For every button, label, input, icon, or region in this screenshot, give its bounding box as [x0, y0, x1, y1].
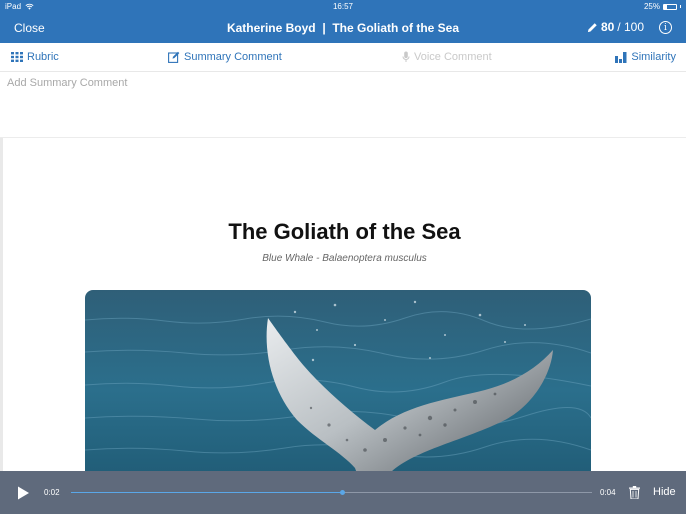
battery-icon [663, 3, 677, 10]
summary-comment-field[interactable]: Add Summary Comment [0, 72, 686, 138]
bar-chart-icon [615, 51, 627, 63]
edit-icon [168, 51, 180, 63]
document-view[interactable]: The Goliath of the Sea Blue Whale - Bala… [0, 138, 686, 514]
document-subtitle: Blue Whale - Balaenoptera musculus [262, 253, 427, 264]
battery-percent: 25% [643, 2, 660, 11]
similarity-button[interactable]: Similarity [615, 51, 676, 63]
rubric-label: Rubric [27, 51, 59, 63]
progress-thumb[interactable] [339, 490, 345, 495]
info-icon[interactable]: i [659, 21, 672, 34]
trash-icon[interactable] [629, 486, 640, 499]
score-value: 80 [600, 20, 615, 34]
progress-fill [71, 492, 342, 493]
summary-comment-button[interactable]: Summary Comment [168, 51, 282, 63]
summary-comment-label: Summary Comment [184, 51, 282, 63]
audio-player: 0:02 0:04 Hide [0, 471, 686, 514]
nav-title: Katherine Boyd | The Goliath of the Sea [0, 21, 686, 35]
similarity-label: Similarity [631, 51, 676, 63]
current-time: 0:02 [44, 488, 60, 497]
pencil-icon [587, 22, 597, 32]
status-right: 25% [644, 2, 681, 11]
assignment-title: The Goliath of the Sea [332, 21, 460, 35]
document-title: The Goliath of the Sea [228, 219, 461, 244]
progress-track[interactable] [71, 490, 592, 495]
battery-cap [680, 5, 681, 8]
total-time: 0:04 [600, 488, 616, 497]
voice-comment-button[interactable]: Voice Comment [402, 51, 492, 63]
voice-comment-label: Voice Comment [414, 51, 492, 63]
close-button[interactable]: Close [14, 21, 45, 35]
status-left: iPad [5, 2, 34, 11]
status-bar: iPad 16:57 25% [0, 0, 686, 13]
score-button[interactable]: 80 / 100 [587, 20, 644, 34]
device-label: iPad [5, 2, 22, 11]
toolbar: Rubric Summary Comment Voice Comment Sim… [0, 43, 686, 72]
whale-tail-illustration [85, 290, 591, 490]
rubric-button[interactable]: Rubric [11, 51, 59, 63]
wifi-icon [25, 3, 34, 10]
play-icon[interactable] [16, 486, 30, 500]
microphone-icon [402, 51, 410, 62]
summary-comment-placeholder: Add Summary Comment [7, 77, 128, 89]
status-time: 16:57 [332, 2, 354, 11]
nav-bar: Close Katherine Boyd | The Goliath of th… [0, 13, 686, 43]
hide-button[interactable]: Hide [653, 486, 676, 498]
whale-tail-image [85, 290, 591, 490]
score-total: / 100 [617, 20, 644, 34]
title-separator: | [322, 21, 326, 35]
student-name: Katherine Boyd [226, 21, 316, 35]
grid-icon [11, 52, 23, 62]
